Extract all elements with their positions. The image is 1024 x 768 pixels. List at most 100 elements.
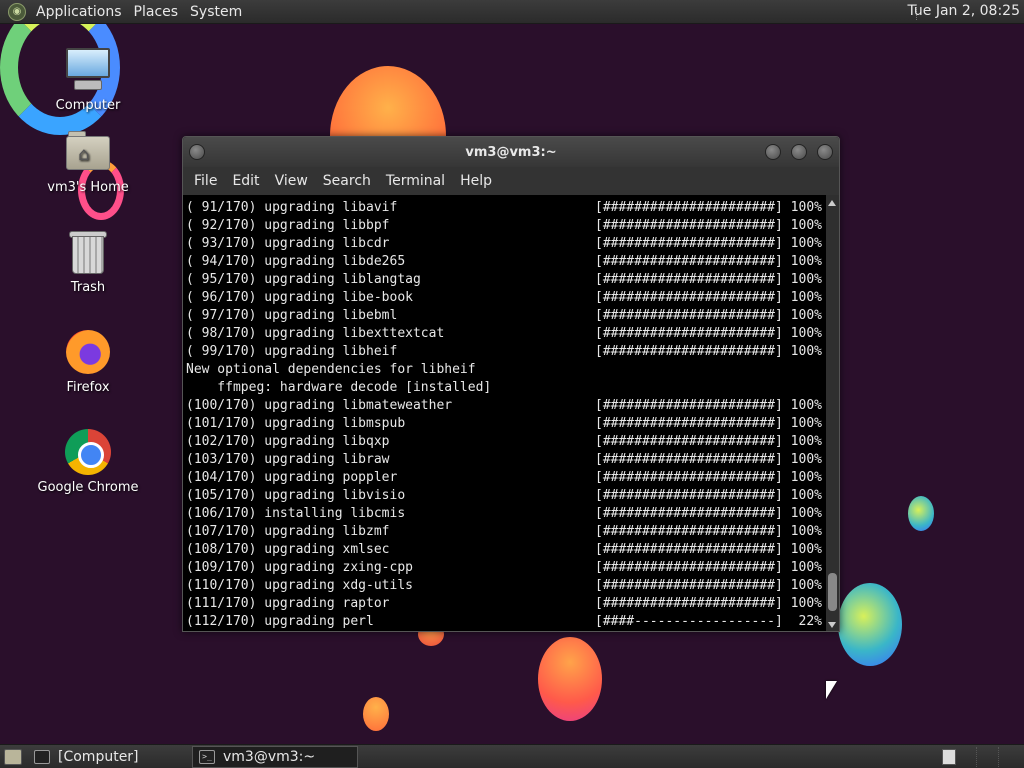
minimize-button[interactable] bbox=[765, 144, 781, 160]
terminal-line: (102/170) upgrading libqxp [#############… bbox=[186, 433, 827, 451]
terminal-output[interactable]: ( 91/170) upgrading libavif [############… bbox=[183, 195, 827, 631]
desktop-icon-label: Trash bbox=[70, 280, 106, 295]
progress-bar-text: [######################] 100% bbox=[595, 272, 822, 287]
terminal-line-text: (101/170) upgrading libmspub bbox=[186, 416, 406, 431]
menu-view[interactable]: View bbox=[268, 173, 316, 189]
progress-bar-text: [######################] 100% bbox=[595, 236, 822, 251]
terminal-line-text: (109/170) upgrading zxing-cpp bbox=[186, 560, 413, 575]
terminal-line-text: ( 93/170) upgrading libcdr bbox=[186, 236, 390, 251]
chrome-icon bbox=[64, 428, 112, 476]
terminal-line: (111/170) upgrading raptor [#############… bbox=[186, 595, 827, 613]
wallpaper-orange-bubble bbox=[538, 637, 602, 721]
menu-search[interactable]: Search bbox=[316, 173, 379, 189]
taskbar-item-label: [Computer] bbox=[58, 748, 139, 765]
menu-terminal[interactable]: Terminal bbox=[379, 173, 453, 189]
desktop-icon-chrome[interactable]: Google Chrome bbox=[33, 428, 143, 495]
scroll-up-arrow-icon[interactable] bbox=[828, 200, 836, 206]
desktop-icon-trash[interactable]: Trash bbox=[33, 228, 143, 295]
terminal-line: New optional dependencies for libheif bbox=[186, 361, 827, 379]
terminal-line: ( 96/170) upgrading libe-book [##########… bbox=[186, 289, 827, 307]
places-menu[interactable]: Places bbox=[130, 4, 187, 20]
window-menu-button[interactable] bbox=[189, 144, 205, 160]
terminal-line-text: (103/170) upgrading libraw bbox=[186, 452, 390, 467]
terminal-line-text: (111/170) upgrading raptor bbox=[186, 596, 390, 611]
terminal-line-text: ( 97/170) upgrading libebml bbox=[186, 308, 398, 323]
terminal-line: ( 91/170) upgrading libavif [############… bbox=[186, 199, 827, 217]
window-title: vm3@vm3:~ bbox=[465, 144, 557, 160]
window-titlebar[interactable]: vm3@vm3:~ bbox=[183, 137, 839, 167]
progress-bar-text: [######################] 100% bbox=[595, 488, 822, 503]
progress-bar-text: [######################] 100% bbox=[595, 560, 822, 575]
scrollbar-thumb[interactable] bbox=[828, 573, 837, 611]
home-folder-icon: ⌂ bbox=[64, 128, 112, 176]
applications-menu[interactable]: Applications bbox=[32, 4, 130, 20]
terminal-line: ( 95/170) upgrading liblangtag [#########… bbox=[186, 271, 827, 289]
progress-bar-text: [######################] 100% bbox=[595, 524, 822, 539]
desktop-icon-label: vm3's Home bbox=[47, 180, 129, 195]
terminal-line: ( 94/170) upgrading libde265 [###########… bbox=[186, 253, 827, 271]
progress-bar-text: [######################] 100% bbox=[595, 200, 822, 215]
terminal-line: (100/170) upgrading libmateweather [#####… bbox=[186, 397, 827, 415]
desktop-icon-home[interactable]: ⌂ vm3's Home bbox=[33, 128, 143, 195]
wallpaper-blue-bubble bbox=[838, 583, 902, 666]
progress-bar-text: [######################] 100% bbox=[595, 416, 822, 431]
terminal-line: (104/170) upgrading poppler [############… bbox=[186, 469, 827, 487]
terminal-line: ffmpeg: hardware decode [installed] bbox=[186, 379, 827, 397]
progress-bar-text: [######################] 100% bbox=[595, 308, 822, 323]
desktop-icon-label: Firefox bbox=[66, 380, 110, 395]
terminal-line: (106/170) installing libcmis [###########… bbox=[186, 505, 827, 523]
menu-help[interactable]: Help bbox=[453, 173, 500, 189]
progress-bar-text: [######################] 100% bbox=[595, 254, 822, 269]
terminal-line-text: (108/170) upgrading xmlsec bbox=[186, 542, 390, 557]
desktop-icon-firefox[interactable]: Firefox bbox=[33, 328, 143, 395]
terminal-line-text: (107/170) upgrading libzmf bbox=[186, 524, 390, 539]
terminal-scrollbar[interactable] bbox=[826, 195, 839, 631]
close-button[interactable] bbox=[817, 144, 833, 160]
menu-edit[interactable]: Edit bbox=[225, 173, 267, 189]
terminal-line: (110/170) upgrading xdg-utils [##########… bbox=[186, 577, 827, 595]
progress-bar-text: [######################] 100% bbox=[595, 290, 822, 305]
terminal-line: (101/170) upgrading libmspub [###########… bbox=[186, 415, 827, 433]
terminal-window: vm3@vm3:~ File Edit View Search Terminal… bbox=[182, 136, 840, 632]
wallpaper-orange-bubble bbox=[363, 697, 389, 731]
desktop-icon-computer[interactable]: Computer bbox=[33, 46, 143, 113]
terminal-line: (105/170) upgrading libvisio [###########… bbox=[186, 487, 827, 505]
terminal-line-text: ffmpeg: hardware decode [installed] bbox=[186, 380, 492, 395]
scroll-down-arrow-icon[interactable] bbox=[828, 622, 836, 628]
show-desktop-icon[interactable] bbox=[4, 748, 22, 765]
progress-bar-text: [######################] 100% bbox=[595, 470, 822, 485]
progress-bar-text: [######################] 100% bbox=[595, 542, 822, 557]
progress-bar-text: [######################] 100% bbox=[595, 434, 822, 449]
taskbar-item-terminal[interactable]: >_ vm3@vm3:~ bbox=[192, 745, 358, 768]
terminal-line: (103/170) upgrading libraw [#############… bbox=[186, 451, 827, 469]
system-menu[interactable]: System bbox=[186, 4, 250, 20]
workspace-switcher[interactable] bbox=[976, 747, 1020, 767]
terminal-line: ( 97/170) upgrading libebml [############… bbox=[186, 307, 827, 325]
terminal-line-text: ( 92/170) upgrading libbpf bbox=[186, 218, 390, 233]
trash-icon bbox=[64, 228, 112, 276]
terminal-line-text: ( 99/170) upgrading libheif bbox=[186, 344, 398, 359]
progress-bar-text: [######################] 100% bbox=[595, 596, 822, 611]
computer-icon bbox=[34, 749, 50, 764]
progress-bar-text: [######################] 100% bbox=[595, 506, 822, 521]
terminal-line: (108/170) upgrading xmlsec [#############… bbox=[186, 541, 827, 559]
trash-applet-icon[interactable] bbox=[942, 749, 956, 765]
terminal-menubar: File Edit View Search Terminal Help bbox=[183, 167, 839, 195]
progress-bar-text: [######################] 100% bbox=[595, 344, 822, 359]
terminal-line-text: ( 96/170) upgrading libe-book bbox=[186, 290, 413, 305]
mate-logo-icon[interactable]: ◉ bbox=[8, 2, 26, 21]
terminal-line-text: (104/170) upgrading poppler bbox=[186, 470, 398, 485]
wallpaper-blue-bubble bbox=[908, 496, 934, 531]
progress-bar-text: [######################] 100% bbox=[595, 326, 822, 341]
clock[interactable]: Tue Jan 2, 08:25 bbox=[907, 3, 1020, 19]
terminal-line-text: ( 91/170) upgrading libavif bbox=[186, 200, 398, 215]
terminal-line-text: (100/170) upgrading libmateweather bbox=[186, 398, 453, 413]
taskbar-item-computer[interactable]: [Computer] bbox=[28, 746, 188, 768]
bottom-panel: [Computer] >_ vm3@vm3:~ bbox=[0, 744, 1024, 768]
menu-file[interactable]: File bbox=[187, 173, 225, 189]
progress-bar-text: [######################] 100% bbox=[595, 398, 822, 413]
maximize-button[interactable] bbox=[791, 144, 807, 160]
terminal-line: (107/170) upgrading libzmf [#############… bbox=[186, 523, 827, 541]
progress-bar-text: [######################] 100% bbox=[595, 578, 822, 593]
terminal-line: ( 93/170) upgrading libcdr [#############… bbox=[186, 235, 827, 253]
